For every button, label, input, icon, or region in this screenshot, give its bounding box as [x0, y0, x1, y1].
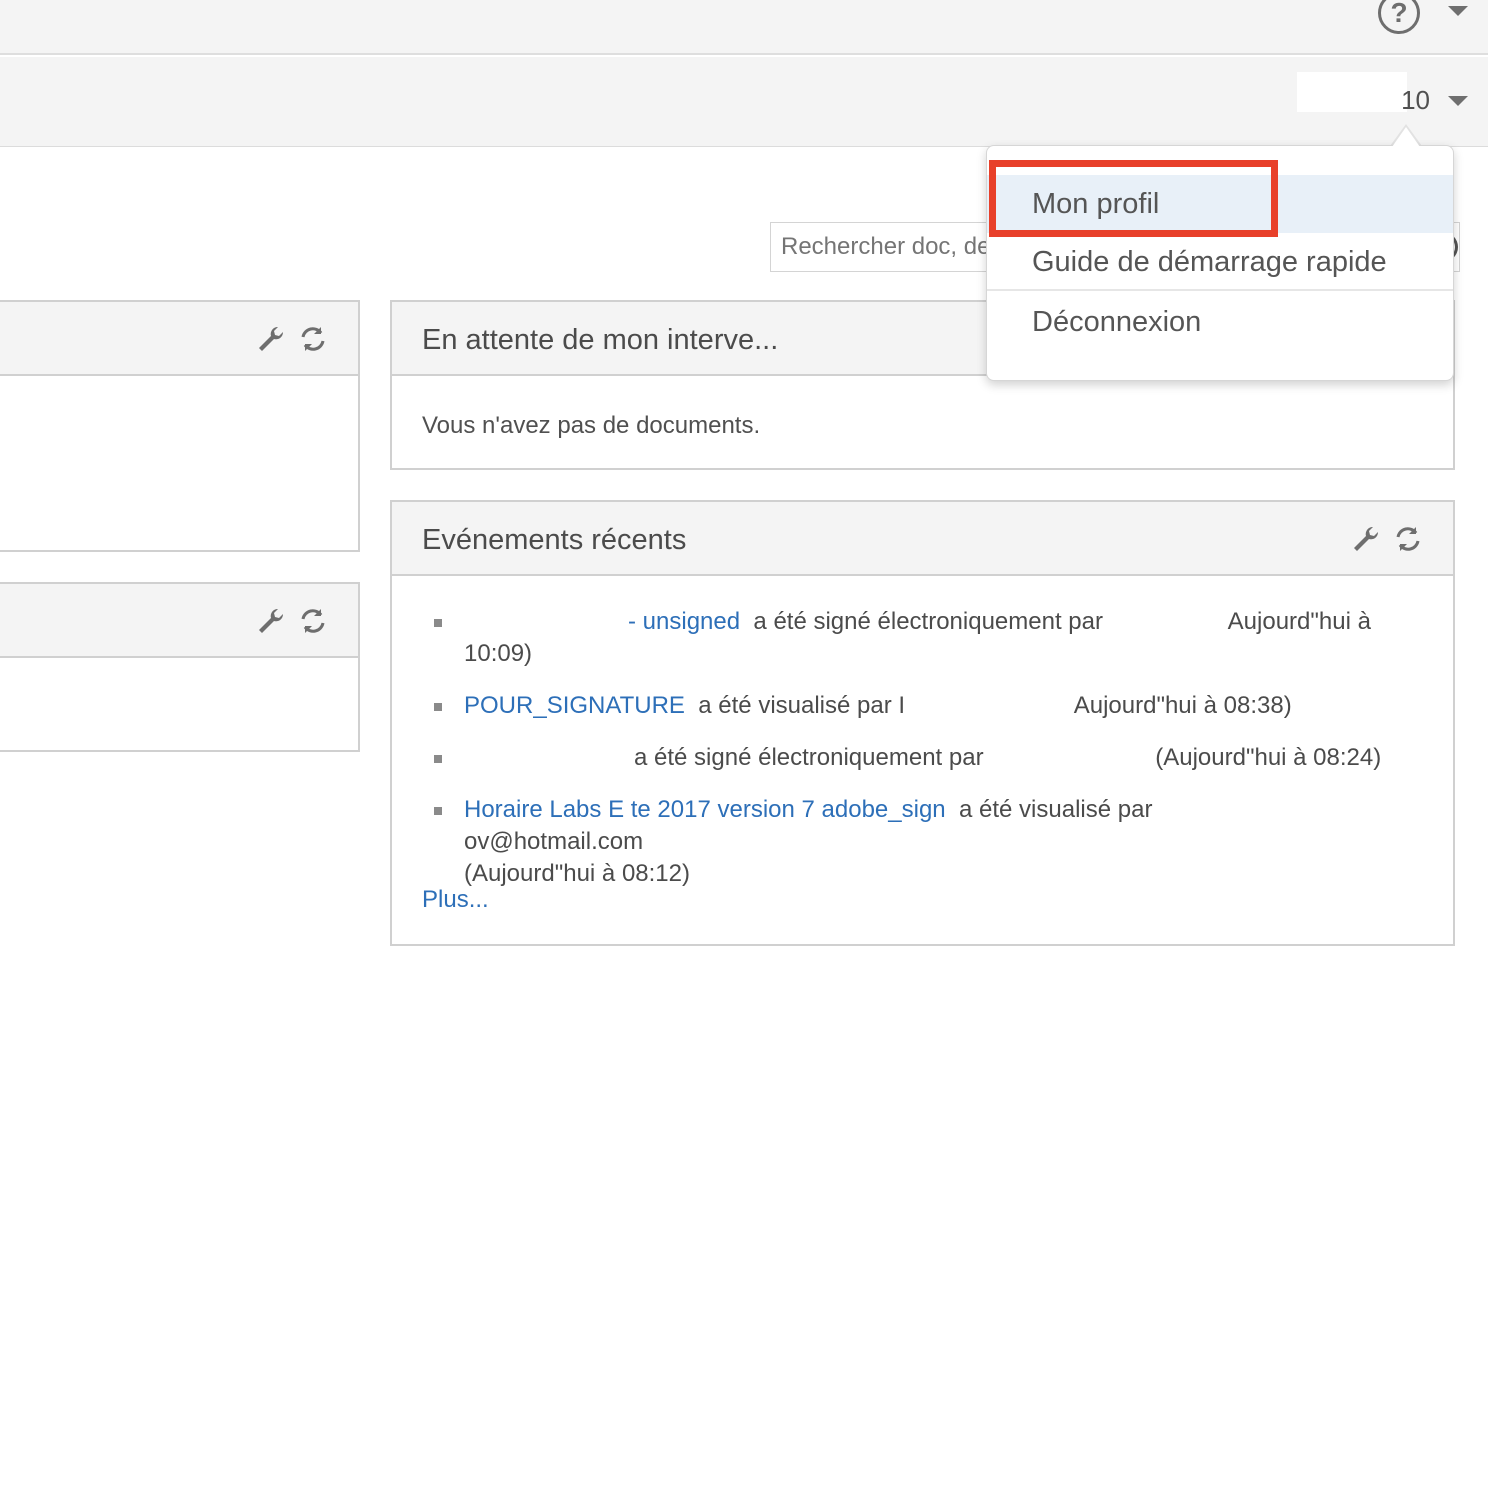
- list-item: Horaire Labs E te 2017 version 7 adobe_s…: [432, 794, 1412, 890]
- account-bar: 10: [0, 57, 1488, 147]
- event-text: a été signé électroniquement par: [753, 608, 1103, 635]
- panel-header: Evénements récents: [392, 502, 1453, 576]
- event-document-link[interactable]: - unsigned: [628, 608, 740, 635]
- event-text: a été visualisé par I: [698, 692, 906, 719]
- panel-title: Evénements récents: [422, 524, 687, 556]
- refresh-icon[interactable]: [1393, 524, 1423, 554]
- bullet: [434, 807, 442, 815]
- panel-title: En attente de mon interve...: [422, 324, 779, 356]
- list-item: - unsigned a été signé électroniquement …: [432, 606, 1412, 670]
- wrench-icon[interactable]: [256, 324, 286, 354]
- panel-header: [0, 302, 358, 376]
- event-text: a été signé électroniquement par: [634, 744, 984, 771]
- left-panel-bottom: [0, 582, 360, 752]
- user-menu-chevron-icon[interactable]: [1448, 96, 1468, 106]
- user-name[interactable]: 10: [1380, 85, 1430, 116]
- recent-events-panel: Evénements récents - unsigned a été sign…: [390, 500, 1455, 946]
- event-document-link[interactable]: POUR_SIGNATURE: [464, 692, 685, 719]
- help-circle-icon[interactable]: ?: [1378, 0, 1420, 34]
- bullet: [434, 755, 442, 763]
- event-time: Aujourd"hui à: [1227, 608, 1371, 635]
- event-time: Aujourd"hui à 08:38): [1073, 692, 1292, 719]
- event-time: (Aujourd"hui à 08:12): [464, 860, 690, 887]
- empty-message: Vous n'avez pas de documents.: [422, 412, 761, 439]
- list-item: POUR_SIGNATURE a été visualisé par I Auj…: [432, 690, 1412, 722]
- wrench-icon[interactable]: [256, 606, 286, 636]
- dropdown-arrow-inner: [1392, 127, 1420, 147]
- event-email: ov@hotmail.com: [464, 828, 644, 855]
- highlight-annotation: [989, 160, 1278, 237]
- bullet: [434, 619, 442, 627]
- list-item: a été signé électroniquement par (Aujour…: [432, 742, 1412, 774]
- events-list: - unsigned a été signé électroniquement …: [432, 606, 1412, 910]
- event-time: (Aujourd"hui à 08:24): [1155, 744, 1382, 771]
- wrench-icon[interactable]: [1351, 524, 1381, 554]
- more-link[interactable]: Plus...: [422, 886, 489, 914]
- bullet: [434, 703, 442, 711]
- left-panel-top: [0, 300, 360, 552]
- refresh-icon[interactable]: [298, 606, 328, 636]
- menu-item-logout[interactable]: Déconnexion: [987, 293, 1453, 351]
- event-time-cont: 10:09): [464, 640, 533, 667]
- top-bar: ?: [0, 0, 1488, 55]
- panel-header: [0, 584, 358, 658]
- menu-item-quick-start-guide[interactable]: Guide de démarrage rapide: [987, 233, 1453, 291]
- chevron-down-icon[interactable]: [1448, 6, 1468, 16]
- event-document-link[interactable]: Horaire Labs E te 2017 version 7 adobe_s…: [464, 796, 946, 823]
- event-text: a été visualisé par: [959, 796, 1153, 823]
- refresh-icon[interactable]: [298, 324, 328, 354]
